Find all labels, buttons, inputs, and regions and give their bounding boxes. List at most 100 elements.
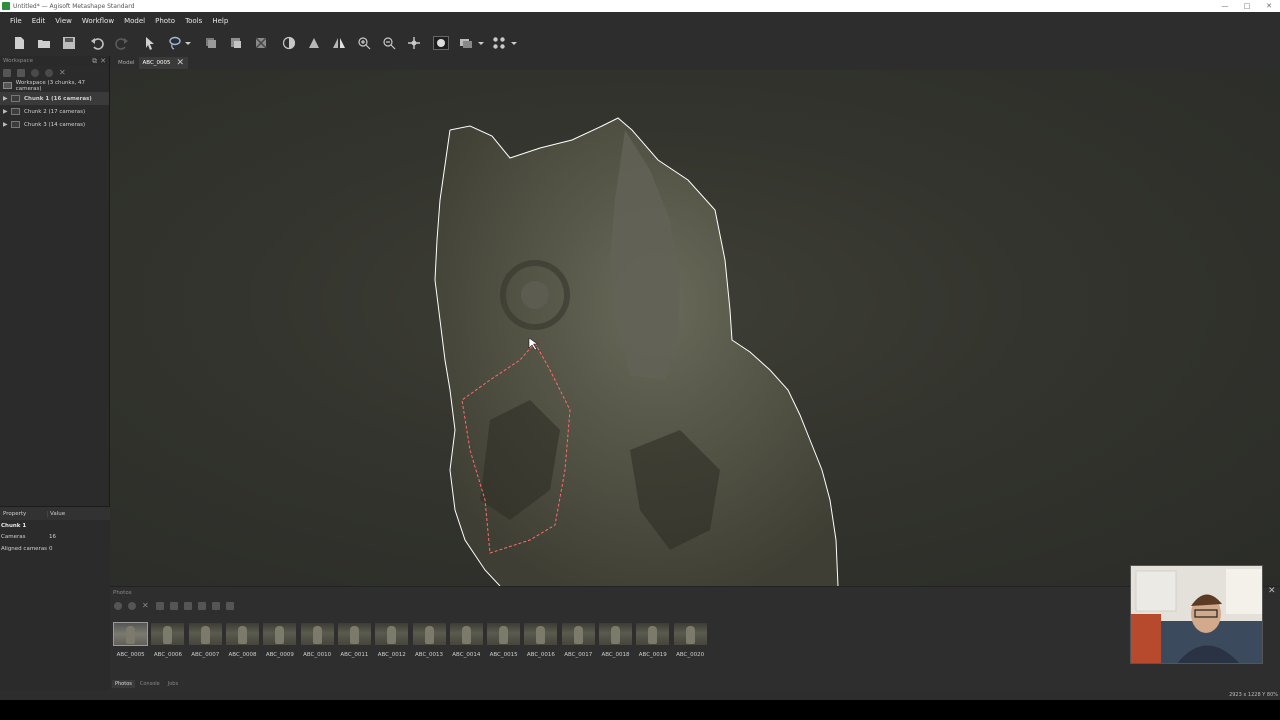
- workspace-panel-header: Workspace ⧉ ✕: [0, 56, 109, 66]
- undo-icon[interactable]: [89, 36, 105, 50]
- expand-arrow-icon[interactable]: ▶: [3, 108, 11, 115]
- disable-icon[interactable]: [45, 68, 53, 77]
- rotate-right-icon[interactable]: [170, 602, 178, 610]
- tree-item-chunk-1[interactable]: ▶ Chunk 1 (16 cameras): [0, 92, 109, 105]
- close-window-button[interactable]: ✕: [1258, 2, 1280, 10]
- photo-thumbnail[interactable]: ABC_0013: [410, 623, 447, 658]
- photo-thumbnail[interactable]: ABC_0019: [634, 623, 671, 658]
- menu-tools[interactable]: Tools: [180, 17, 207, 25]
- zoom-in-icon[interactable]: [356, 36, 372, 50]
- maximize-button[interactable]: □: [1236, 2, 1258, 10]
- overlay-close-icon[interactable]: ✕: [1268, 586, 1276, 596]
- photo-thumbnail[interactable]: ABC_0014: [448, 623, 485, 658]
- rotate-left-icon[interactable]: [156, 602, 164, 610]
- chunk-icon: [11, 95, 20, 102]
- workspace-root[interactable]: Workspace (3 chunks, 47 cameras): [0, 79, 109, 92]
- menu-edit[interactable]: Edit: [27, 17, 51, 25]
- property-column-header[interactable]: Property: [0, 510, 48, 517]
- trim-icon[interactable]: [228, 36, 244, 50]
- redo-icon[interactable]: [114, 36, 130, 50]
- tab-photos[interactable]: Photos: [112, 680, 135, 688]
- view-mode-dropdown-icon[interactable]: [476, 36, 486, 50]
- remove-camera-icon[interactable]: ✕: [142, 602, 150, 610]
- minimize-button[interactable]: —: [1214, 2, 1236, 10]
- enable-camera-icon[interactable]: [114, 602, 122, 610]
- photo-thumbnail-label: ABC_0013: [415, 652, 444, 658]
- photo-thumbnail[interactable]: ABC_0009: [261, 623, 298, 658]
- add-photos-icon[interactable]: [17, 68, 25, 77]
- menu-photo[interactable]: Photo: [150, 17, 180, 25]
- view-tabbar: Model ABC_0005 ✕: [110, 56, 1280, 70]
- main-toolbar: [0, 30, 1280, 56]
- panel-close-icon[interactable]: ✕: [100, 57, 109, 65]
- menu-file[interactable]: File: [5, 17, 27, 25]
- photo-thumbnail[interactable]: ABC_0016: [522, 623, 559, 658]
- photo-thumbnail-strip: ABC_0005 ABC_0006 ABC_0007 ABC_0008 ABC_0009…: [112, 622, 709, 658]
- photo-thumbnail[interactable]: ABC_0007: [187, 623, 224, 658]
- select-arrow-icon[interactable]: [142, 36, 158, 50]
- panel-float-icon[interactable]: ⧉: [92, 57, 100, 66]
- disable-camera-icon[interactable]: [128, 602, 136, 610]
- photo-thumbnail[interactable]: ABC_0012: [373, 623, 410, 658]
- photo-thumbnail[interactable]: ABC_0010: [298, 623, 335, 658]
- expand-arrow-icon[interactable]: ▶: [3, 95, 11, 102]
- tab-jobs[interactable]: Jobs: [165, 680, 181, 688]
- tab-model[interactable]: Model: [114, 57, 139, 69]
- copy-icon[interactable]: [212, 602, 220, 610]
- filter-icon[interactable]: [198, 602, 206, 610]
- property-key: Cameras: [1, 534, 26, 541]
- open-folder-icon[interactable]: [36, 36, 52, 50]
- grid-view-icon[interactable]: [491, 36, 507, 50]
- photo-thumbnail-label: ABC_0020: [676, 652, 705, 658]
- enable-icon[interactable]: [31, 68, 39, 77]
- remove-icon[interactable]: ✕: [59, 68, 67, 77]
- photo-thumbnail[interactable]: ABC_0015: [485, 623, 522, 658]
- expand-arrow-icon[interactable]: ▶: [3, 121, 11, 128]
- tree-item-chunk-2[interactable]: ▶ Chunk 2 (17 cameras): [0, 105, 109, 118]
- workspace-root-label: Workspace (3 chunks, 47 cameras): [15, 79, 85, 92]
- menu-help[interactable]: Help: [207, 17, 233, 25]
- tab-photo[interactable]: ABC_0005 ✕: [138, 57, 189, 69]
- window-title: Untitled* — Agisoft Metashape Standard: [13, 2, 135, 10]
- add-chunk-icon[interactable]: [3, 68, 11, 77]
- delete-selection-icon[interactable]: [253, 36, 269, 50]
- menu-bar: File Edit View Workflow Model Photo Tool…: [0, 12, 1280, 30]
- menu-view[interactable]: View: [50, 17, 77, 25]
- photos-toolbar: ✕: [110, 599, 1280, 613]
- tab-photo-label: ABC_0005: [142, 60, 171, 66]
- grid-dropdown-icon[interactable]: [509, 36, 519, 50]
- reset-filter-icon[interactable]: [184, 602, 192, 610]
- photo-thumbnail-label: ABC_0017: [564, 652, 593, 658]
- photo-thumbnail-image: [673, 623, 707, 645]
- zoom-out-icon[interactable]: [381, 36, 397, 50]
- lasso-select-icon[interactable]: [167, 36, 183, 50]
- photo-thumbnail-label: ABC_0018: [601, 652, 630, 658]
- photo-viewport[interactable]: [110, 70, 1280, 586]
- photo-thumbnail[interactable]: ABC_0011: [336, 623, 373, 658]
- menu-model[interactable]: Model: [119, 17, 150, 25]
- photo-thumbnail[interactable]: ABC_0005: [112, 622, 149, 658]
- contrast-icon[interactable]: [281, 36, 297, 50]
- move-icon[interactable]: [406, 36, 422, 50]
- save-icon[interactable]: [61, 36, 77, 50]
- tab-console[interactable]: Console: [137, 680, 163, 688]
- view-options-icon[interactable]: [226, 602, 234, 610]
- mask-icon[interactable]: [433, 36, 449, 50]
- lasso-dropdown-icon[interactable]: [183, 36, 193, 50]
- flip-icon[interactable]: [331, 36, 347, 50]
- view-mode-icon[interactable]: [458, 36, 474, 50]
- photo-thumbnail[interactable]: ABC_0008: [224, 623, 261, 658]
- crop-icon[interactable]: [203, 36, 219, 50]
- rotate-icon[interactable]: [306, 36, 322, 50]
- new-file-icon[interactable]: [11, 36, 27, 50]
- photo-thumbnail[interactable]: ABC_0020: [671, 623, 708, 658]
- photo-thumbnail[interactable]: ABC_0006: [149, 623, 186, 658]
- photo-thumbnail-image: [412, 623, 446, 645]
- tree-item-chunk-3[interactable]: ▶ Chunk 3 (14 cameras): [0, 118, 109, 131]
- menu-workflow[interactable]: Workflow: [77, 17, 119, 25]
- value-column-header[interactable]: Value: [48, 511, 65, 517]
- close-icon[interactable]: ✕: [177, 58, 185, 68]
- photo-thumbnail[interactable]: ABC_0017: [560, 623, 597, 658]
- photo-thumbnail-image: [487, 623, 521, 645]
- photo-thumbnail[interactable]: ABC_0018: [597, 623, 634, 658]
